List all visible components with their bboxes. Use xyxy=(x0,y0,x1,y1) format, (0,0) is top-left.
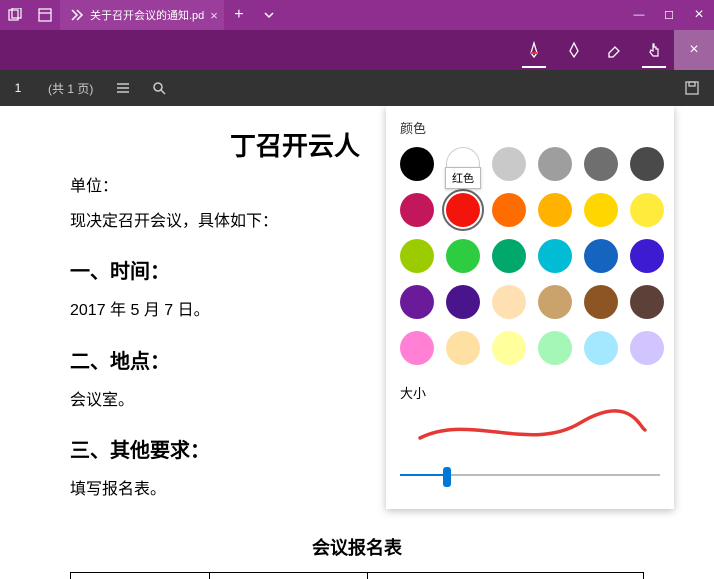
color-swatch[interactable] xyxy=(538,331,572,365)
color-swatch[interactable] xyxy=(630,193,664,227)
minimize-button[interactable]: — xyxy=(624,0,654,30)
color-swatch[interactable] xyxy=(492,239,526,273)
slider-thumb[interactable] xyxy=(443,467,451,487)
color-swatch[interactable] xyxy=(492,193,526,227)
color-swatch[interactable] xyxy=(630,331,664,365)
reader-bar: 1 (共 1 页) xyxy=(0,70,714,106)
search-button[interactable] xyxy=(141,70,177,106)
color-swatch[interactable] xyxy=(400,285,434,319)
page-total: (共 1 页) xyxy=(36,80,105,97)
size-section-label: 大小 xyxy=(400,383,660,402)
color-swatch[interactable] xyxy=(400,239,434,273)
pdf-icon xyxy=(70,8,84,22)
color-section-label: 颜色 xyxy=(400,118,660,137)
maximize-button[interactable]: ☐ xyxy=(654,0,684,30)
color-swatch[interactable] xyxy=(400,193,434,227)
eraser-tool-button[interactable] xyxy=(594,30,634,70)
color-swatch[interactable] xyxy=(492,285,526,319)
table-title: 会议报名表 xyxy=(70,533,644,564)
save-ink-button[interactable] xyxy=(674,70,710,106)
col-unit: 单位 xyxy=(210,572,367,579)
color-swatch[interactable] xyxy=(492,331,526,365)
color-swatch[interactable] xyxy=(538,285,572,319)
color-swatch[interactable] xyxy=(538,147,572,181)
color-swatch[interactable] xyxy=(446,331,480,365)
size-slider[interactable] xyxy=(400,461,660,489)
color-swatch[interactable] xyxy=(630,147,664,181)
color-swatch[interactable] xyxy=(492,147,526,181)
signup-table: 姓名 单位 是否就餐 张三 A单位 是 否 xyxy=(70,572,644,579)
pen-settings-panel: 颜色 红色 大小 xyxy=(386,106,674,509)
color-swatch[interactable] xyxy=(630,239,664,273)
document-viewport: 丁召开云人 单位： 现决定召开会议，具体如下： 一、时间： 2017 年 5 月… xyxy=(0,106,714,579)
pen-tool-button[interactable] xyxy=(514,30,554,70)
page-current[interactable]: 1 xyxy=(0,81,36,95)
table-header-row: 姓名 单位 是否就餐 xyxy=(71,572,644,579)
toc-button[interactable] xyxy=(105,70,141,106)
color-swatch[interactable] xyxy=(584,147,618,181)
stroke-preview xyxy=(400,408,660,453)
color-swatch[interactable] xyxy=(584,285,618,319)
reading-list-icon[interactable] xyxy=(30,0,60,30)
color-swatch[interactable]: 红色 xyxy=(446,193,480,227)
hub-icon[interactable] xyxy=(0,0,30,30)
tab-title: 关于召开会议的通知.pd xyxy=(90,7,204,23)
title-bar: 关于召开会议的通知.pd × + — ☐ × xyxy=(0,0,714,30)
color-swatch[interactable] xyxy=(584,193,618,227)
close-window-button[interactable]: × xyxy=(684,0,714,30)
color-swatch[interactable] xyxy=(446,285,480,319)
color-swatch[interactable] xyxy=(400,147,434,181)
close-ink-panel-button[interactable]: × xyxy=(674,30,714,70)
color-grid: 红色 xyxy=(400,147,660,369)
color-swatch[interactable] xyxy=(400,331,434,365)
browser-tab[interactable]: 关于召开会议的通知.pd × xyxy=(60,0,224,30)
color-swatch[interactable] xyxy=(630,285,664,319)
tab-close-button[interactable]: × xyxy=(210,8,218,23)
col-meal: 是否就餐 xyxy=(367,572,643,579)
tabs-dropdown-button[interactable] xyxy=(254,0,284,30)
highlighter-tool-button[interactable] xyxy=(554,30,594,70)
color-swatch[interactable] xyxy=(446,239,480,273)
new-tab-button[interactable]: + xyxy=(224,0,254,30)
color-swatch[interactable] xyxy=(538,193,572,227)
color-swatch[interactable] xyxy=(584,239,618,273)
ink-toolbar: × xyxy=(0,30,714,70)
color-swatch[interactable] xyxy=(584,331,618,365)
color-swatch[interactable] xyxy=(538,239,572,273)
col-name: 姓名 xyxy=(71,572,210,579)
touch-writing-button[interactable] xyxy=(634,30,674,70)
color-tooltip: 红色 xyxy=(445,167,481,189)
